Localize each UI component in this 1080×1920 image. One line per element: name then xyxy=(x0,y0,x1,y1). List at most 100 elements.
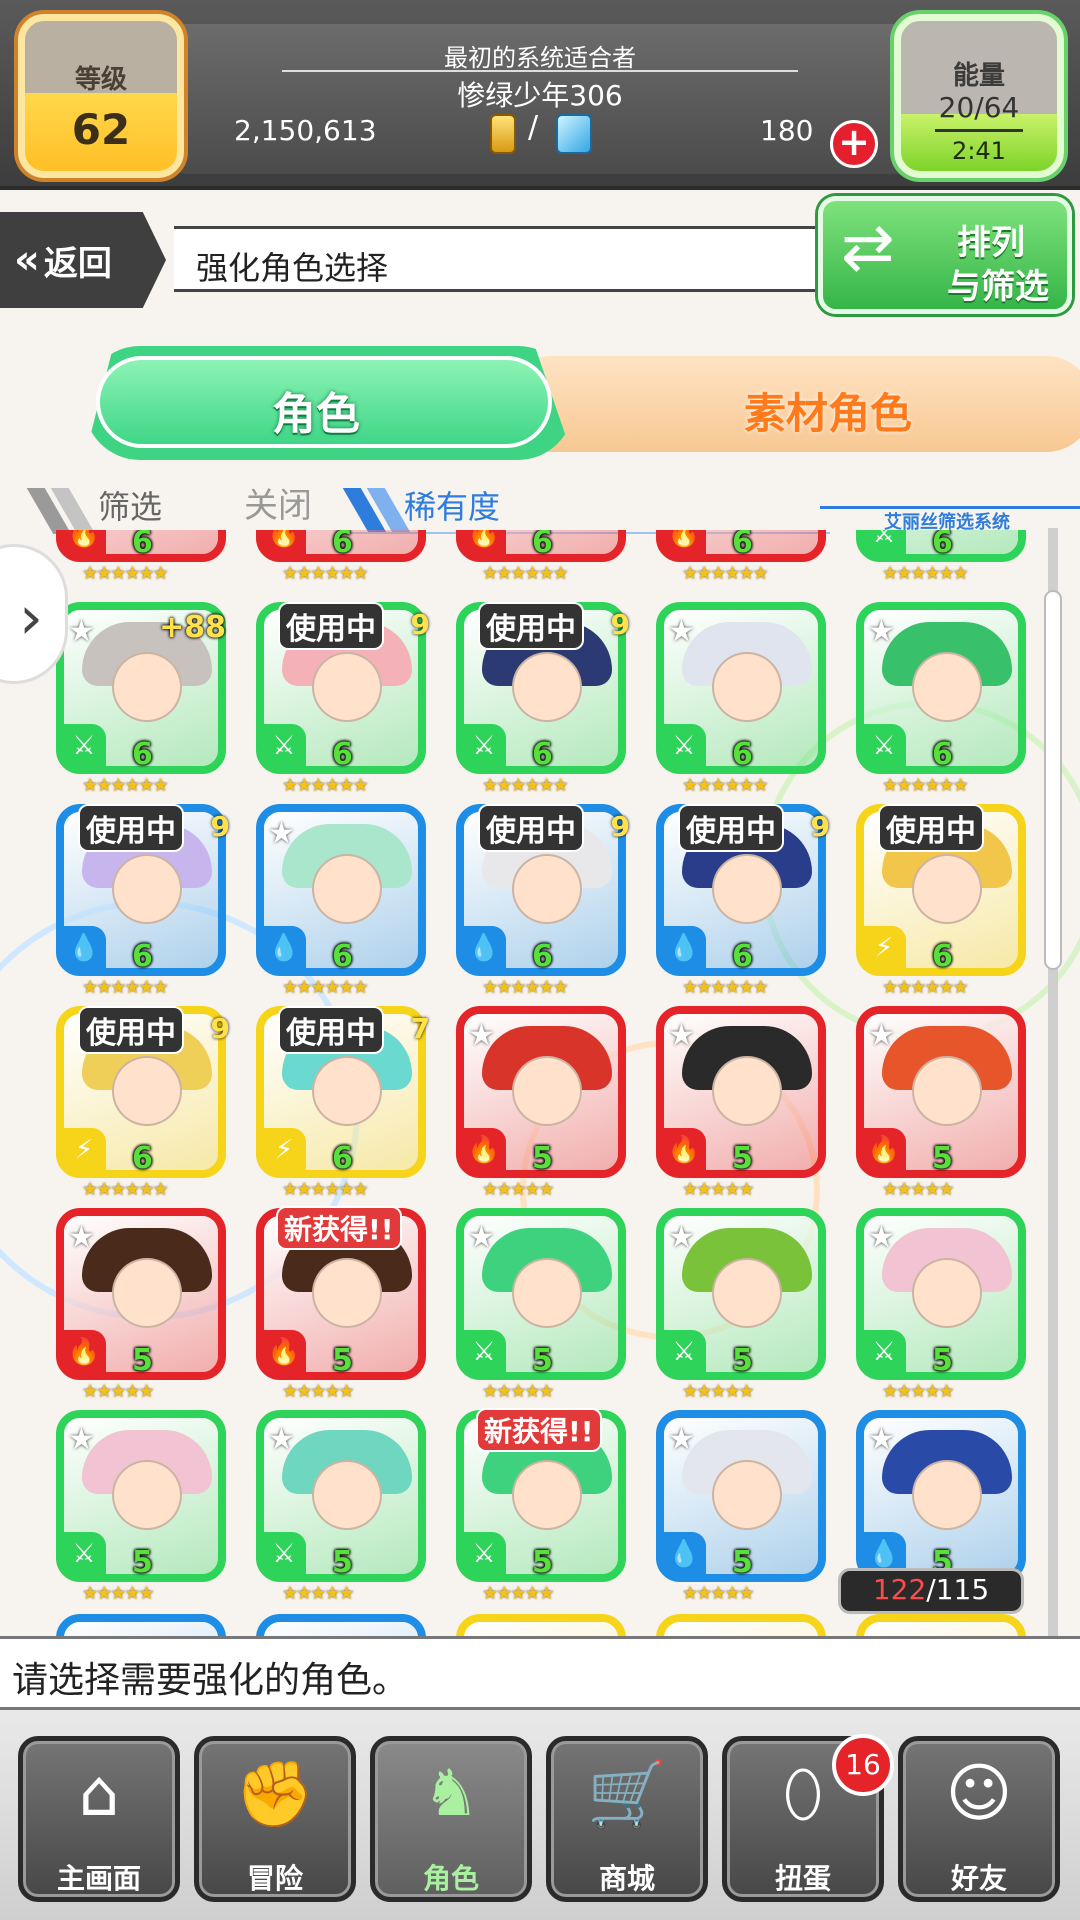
green-element-icon: ⚔ xyxy=(462,1330,506,1374)
filter-label[interactable]: 筛选 xyxy=(98,482,162,528)
rarity-stars: ★★★★★★ xyxy=(482,977,569,998)
character-card[interactable]: ⚡ xyxy=(656,1614,826,1636)
character-card[interactable]: 🔥 6 ★★★★★★ xyxy=(56,530,226,584)
energy-divider xyxy=(935,129,1023,132)
character-face xyxy=(712,652,782,722)
gem-icon xyxy=(556,114,592,154)
coin-icon xyxy=(490,114,516,154)
blue-element-icon: 💧 xyxy=(662,926,706,970)
character-card[interactable]: 使用中 9 💧 6 ★★★★★★ xyxy=(456,804,630,998)
new-acquired-badge: 新获得!! xyxy=(276,1206,402,1250)
sort-by-rarity[interactable]: 稀有度 xyxy=(404,482,500,528)
rarity-stars: ★★★★★ xyxy=(882,1381,955,1402)
character-rarity-level: 6 xyxy=(332,530,353,560)
character-card[interactable]: 💧 xyxy=(56,1614,226,1636)
character-card[interactable]: 使用中 9 ⚔ 6 ★★★★★★ xyxy=(456,602,630,796)
character-rarity-level: 6 xyxy=(332,939,353,974)
rarity-stars: ★★★★★ xyxy=(282,1583,355,1604)
nav-friends-button[interactable]: ☺ 好友 xyxy=(898,1736,1060,1902)
character-card[interactable]: 🔥 6 ★★★★★★ xyxy=(456,530,626,584)
tab-characters-inner[interactable]: 角色 xyxy=(96,356,552,448)
character-face xyxy=(312,652,382,722)
character-card[interactable]: 🔥 6 ★★★★★★ xyxy=(256,530,426,584)
character-card[interactable]: ★ ⚔ 6 ★★★★★★ xyxy=(856,602,1026,796)
character-card[interactable]: 🔥 6 ★★★★★★ xyxy=(656,530,826,584)
character-card[interactable]: ★ ⚔ 6 ★★★★★★ xyxy=(656,602,826,796)
character-rarity-level: 6 xyxy=(732,530,753,560)
character-face xyxy=(312,1460,382,1530)
rarity-stars: ★★★★★★ xyxy=(82,563,169,584)
character-face xyxy=(512,652,582,722)
nav-handshake-button[interactable]: ✊ 冒险 xyxy=(194,1736,356,1902)
character-card[interactable]: ★ 🔥 5 ★★★★★ xyxy=(456,1006,626,1200)
rarity-stars: ★★★★★★ xyxy=(882,563,969,584)
character-card[interactable]: ★ 🔥 5 ★★★★★ xyxy=(656,1006,826,1200)
back-button[interactable]: « 返回 xyxy=(0,212,166,308)
character-face xyxy=(912,1056,982,1126)
energy-badge[interactable]: 能量 20/64 2:41 xyxy=(894,14,1064,178)
character-card[interactable]: ★ ⚔ 5 ★★★★★ xyxy=(456,1208,626,1402)
rarity-stars: ★★★★★★ xyxy=(282,563,369,584)
favorite-star-icon: ★ xyxy=(868,1220,895,1255)
chevron-right-icon: › xyxy=(19,583,43,653)
in-use-party-number: 9 xyxy=(210,1012,230,1045)
add-gems-button[interactable]: + xyxy=(830,120,878,168)
character-rarity-level: 6 xyxy=(332,737,353,772)
tab-material-label: 素材角色 xyxy=(744,389,913,438)
red-element-icon: 🔥 xyxy=(662,1128,706,1172)
filter-state[interactable]: 关闭 xyxy=(244,478,312,527)
rabbit-icon: ⇄ xyxy=(841,211,895,285)
character-card[interactable]: ★ 🔥 5 ★★★★★ xyxy=(856,1006,1026,1200)
character-card[interactable]: 使用中 9 ⚡ 6 ★★★★★★ xyxy=(56,1006,230,1200)
in-use-party-number: 9 xyxy=(210,810,230,843)
instruction-bar: 请选择需要强化的角色。 xyxy=(0,1636,1080,1710)
green-element-icon: ⚔ xyxy=(862,1330,906,1374)
character-card[interactable]: ★ 🔥 5 ★★★★★ xyxy=(56,1208,226,1402)
character-card[interactable]: 💧 xyxy=(256,1614,426,1636)
character-card[interactable]: 使用中 ⚡ 6 ★★★★★★ xyxy=(856,804,1026,998)
plus-value: +88 xyxy=(159,610,226,645)
character-card[interactable]: ★ +88 ⚔ 6 ★★★★★★ xyxy=(56,602,226,796)
character-card[interactable]: ★ ⚔ 5 ★★★★★ xyxy=(656,1208,826,1402)
scrollbar-thumb[interactable] xyxy=(1044,590,1062,970)
character-card[interactable]: ★ 💧 6 ★★★★★★ xyxy=(256,804,426,998)
character-card[interactable]: 新获得!! 🔥 5 ★★★★★ xyxy=(256,1206,426,1402)
character-card[interactable]: ⚡ xyxy=(456,1614,626,1636)
character-face xyxy=(512,1460,582,1530)
character-card[interactable]: 使用中 9 💧 6 ★★★★★★ xyxy=(656,804,830,998)
rarity-stars: ★★★★★★ xyxy=(82,977,169,998)
character-rarity-level: 6 xyxy=(132,1141,153,1176)
nav-home-button[interactable]: ⌂ 主画面 xyxy=(18,1736,180,1902)
tab-material-characters[interactable]: 素材角色 xyxy=(504,356,1080,452)
character-rarity-level: 5 xyxy=(132,1545,153,1580)
rarity-stars: ★★★★★★ xyxy=(282,775,369,796)
rarity-stars: ★★★★★ xyxy=(82,1381,155,1402)
character-card[interactable]: ★💧5★★★★★ xyxy=(656,1410,826,1604)
character-card[interactable]: ⚔ 6 ★★★★★★ xyxy=(856,530,1026,584)
favorite-star-icon: ★ xyxy=(268,816,295,851)
rarity-stars: ★★★★★★ xyxy=(82,775,169,796)
character-card[interactable]: ⚡ xyxy=(856,1614,1026,1636)
rarity-stars: ★★★★★★ xyxy=(482,775,569,796)
character-card[interactable]: ★💧5★★★★★ xyxy=(856,1410,1026,1604)
character-card[interactable]: ★ ⚔ 5 ★★★★★ xyxy=(56,1410,226,1604)
rarity-stars: ★★★★★★ xyxy=(882,977,969,998)
rarity-stars: ★★★★★ xyxy=(482,1381,555,1402)
character-rarity-level: 5 xyxy=(532,1343,553,1378)
green-element-icon: ⚔ xyxy=(62,1532,106,1576)
character-face xyxy=(312,1258,382,1328)
player-level-badge[interactable]: 等级 62 xyxy=(18,14,184,178)
blue-element-icon: 💧 xyxy=(462,926,506,970)
nav-rabbit-button[interactable]: ♞ 角色 xyxy=(370,1736,532,1902)
red-element-icon: 🔥 xyxy=(862,1128,906,1172)
character-card[interactable]: ★ ⚔ 5 ★★★★★ xyxy=(256,1410,426,1604)
character-card[interactable]: 使用中 9 ⚔ 6 ★★★★★★ xyxy=(256,602,430,796)
sort-filter-button[interactable]: ⇄ 排列 与筛选 xyxy=(818,196,1072,314)
character-card[interactable]: 使用中 9 💧 6 ★★★★★★ xyxy=(56,804,230,998)
nav-cart-button[interactable]: 🛒 商城 xyxy=(546,1736,708,1902)
character-card[interactable]: 新获得!! ⚔ 5 ★★★★★ xyxy=(456,1408,626,1604)
red-element-icon: 🔥 xyxy=(262,1330,306,1374)
character-card[interactable]: ★ ⚔ 5 ★★★★★ xyxy=(856,1208,1026,1402)
character-card[interactable]: 使用中 7 ⚡ 6 ★★★★★★ xyxy=(256,1006,430,1200)
currency-separator: / xyxy=(528,110,539,145)
